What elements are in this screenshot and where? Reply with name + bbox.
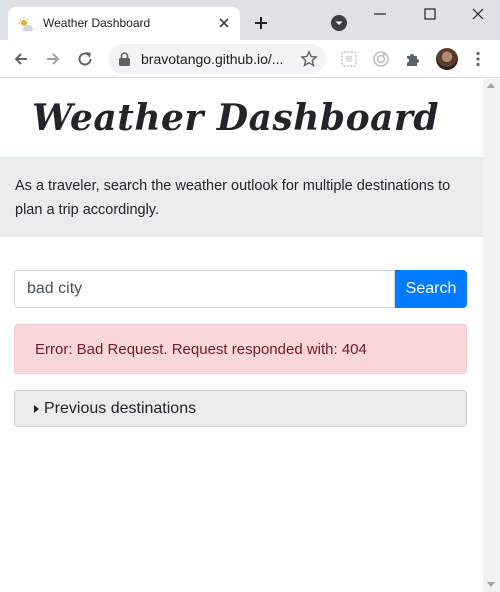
browser-tab[interactable]: Weather Dashboard	[8, 7, 240, 40]
star-icon[interactable]	[300, 50, 318, 68]
error-alert: Error: Bad Request. Request responded wi…	[14, 324, 467, 374]
page-title: Weather Dashboard	[32, 97, 440, 139]
tab-strip: Weather Dashboard	[0, 0, 500, 40]
window-close-icon[interactable]	[470, 6, 486, 22]
error-message: Error: Bad Request. Request responded wi…	[35, 341, 367, 358]
close-icon[interactable]	[216, 15, 232, 31]
avatar[interactable]	[436, 48, 458, 70]
reload-icon[interactable]	[76, 50, 94, 68]
maximize-icon[interactable]	[422, 6, 438, 22]
address-bar[interactable]: bravotango.github.io/...	[108, 44, 326, 74]
previous-destinations-toggle[interactable]: Previous destinations	[14, 390, 467, 427]
minimize-icon[interactable]	[372, 6, 388, 22]
scrollbar[interactable]	[483, 79, 500, 592]
tab-search-icon[interactable]	[330, 14, 348, 32]
intro-text: As a traveler, search the weather outloo…	[15, 178, 451, 218]
url-text: bravotango.github.io/...	[141, 51, 284, 67]
intro-banner: As a traveler, search the weather outloo…	[0, 157, 483, 237]
search-button[interactable]: Search	[395, 270, 467, 308]
tab-title: Weather Dashboard	[43, 16, 151, 30]
scroll-down-arrow-icon[interactable]	[487, 582, 495, 587]
page-content: Weather Dashboard As a traveler, search …	[0, 79, 483, 592]
puzzle-icon[interactable]	[404, 50, 422, 68]
browser-toolbar: bravotango.github.io/...	[0, 40, 500, 78]
back-icon[interactable]	[12, 50, 30, 68]
caret-right-icon	[34, 405, 39, 413]
lock-icon[interactable]	[118, 52, 131, 66]
forward-icon[interactable]	[44, 50, 62, 68]
extension-icon[interactable]	[340, 50, 358, 68]
extension-icon[interactable]	[372, 50, 390, 68]
kebab-menu-icon[interactable]	[470, 50, 486, 68]
search-input[interactable]	[14, 270, 395, 308]
previous-destinations-label: Previous destinations	[44, 400, 197, 417]
scroll-up-arrow-icon[interactable]	[487, 83, 495, 88]
plus-icon[interactable]	[252, 14, 270, 32]
weather-favicon-icon	[18, 17, 34, 31]
